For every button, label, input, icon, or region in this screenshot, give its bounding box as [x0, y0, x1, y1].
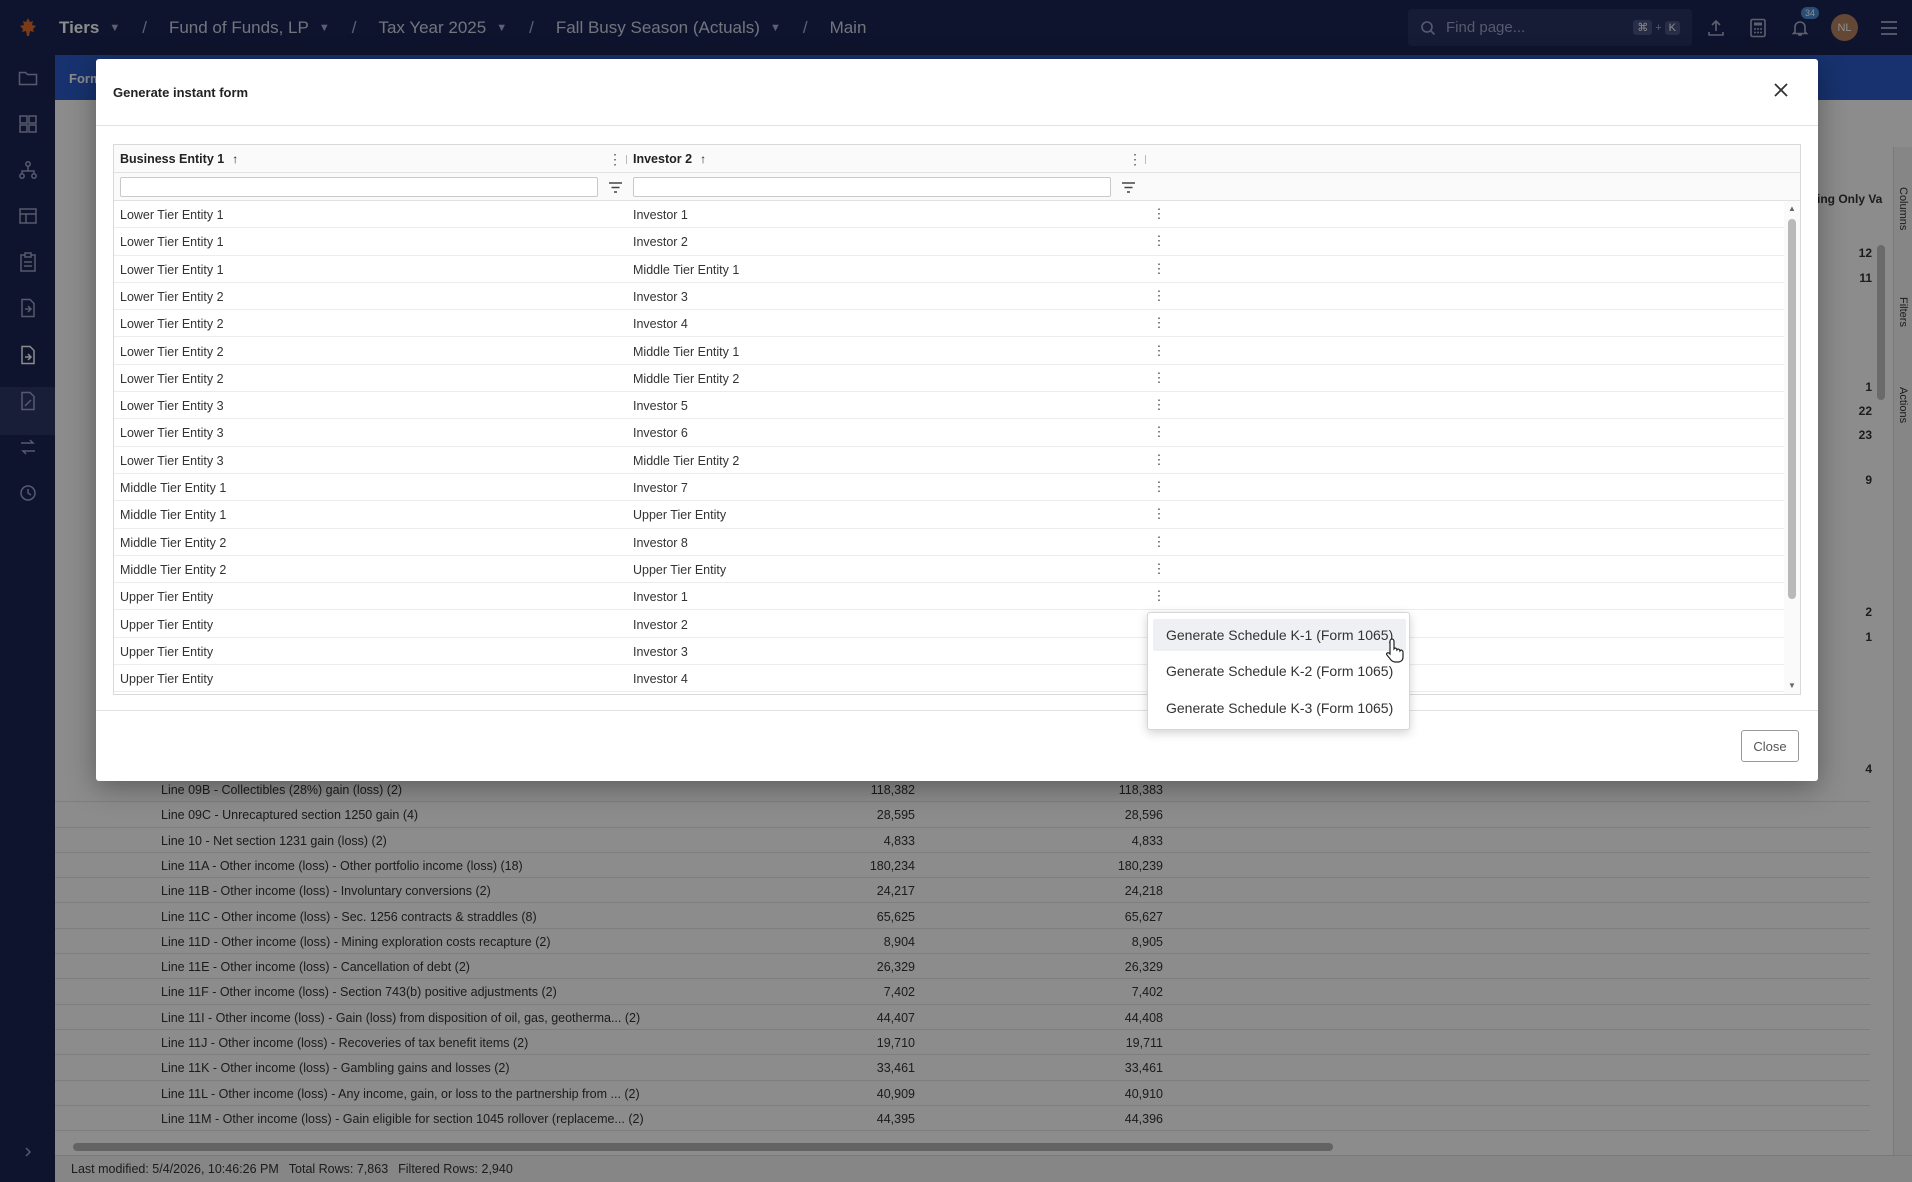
row-menu-icon[interactable]: ⋮ — [1152, 589, 1166, 603]
row-menu-icon[interactable]: ⋮ — [1152, 561, 1166, 576]
column-resize-handle[interactable] — [626, 155, 627, 164]
column-header-investor[interactable]: Investor 2 ↑ — [633, 145, 706, 173]
business-entity-cell: Upper Tier Entity — [120, 644, 214, 659]
row-menu-icon[interactable]: ⋮ — [1152, 343, 1166, 358]
generate-k2-option[interactable]: Generate Schedule K-2 (Form 1065) — [1153, 655, 1406, 687]
grid-header-row: Business Entity 1 ↑ ⋮ Investor 2 ↑ ⋮ — [114, 145, 1800, 173]
row-menu-icon[interactable]: ⋮ — [1152, 261, 1166, 276]
investor-cell: Investor 3 — [633, 289, 688, 304]
row-menu-icon[interactable]: ⋮ — [1152, 452, 1166, 467]
row-menu-icon[interactable]: ⋮ — [1152, 316, 1166, 330]
table-row[interactable]: Lower Tier Entity 3 Middle Tier Entity 2 ⋮ — [114, 446, 1784, 474]
business-entity-cell: Lower Tier Entity 2 — [120, 289, 224, 304]
investor-cell: Upper Tier Entity — [633, 508, 727, 523]
entity-investor-grid: Business Entity 1 ↑ ⋮ Investor 2 ↑ ⋮ Low… — [113, 144, 1801, 695]
table-row[interactable]: Upper Tier EntityInvestor 4⋮ — [114, 665, 1784, 693]
scrollbar-thumb[interactable] — [1788, 219, 1796, 599]
table-row[interactable]: Lower Tier Entity 2 Middle Tier Entity 2 ⋮ — [114, 364, 1784, 393]
business-entity-cell: Middle Tier Entity 2 — [120, 535, 227, 550]
table-row[interactable]: Lower Tier Entity 2 Middle Tier Entity 1 ⋮ — [114, 337, 1784, 365]
investor-cell: Investor 2 — [633, 235, 688, 250]
column-header-business-entity[interactable]: Business Entity 1 ↑ — [120, 145, 238, 173]
table-row[interactable]: Lower Tier Entity 1 Investor 2 ⋮ — [114, 228, 1784, 256]
investor-cell: Investor 1 — [633, 590, 688, 605]
table-row[interactable]: Upper Tier EntityInvestor 2⋮ — [114, 610, 1784, 638]
dialog-title: Generate instant form — [113, 85, 249, 100]
business-entity-cell: Lower Tier Entity 1 — [120, 262, 224, 277]
scroll-up-icon[interactable]: ▲ — [1787, 204, 1797, 214]
generate-k3-option[interactable]: Generate Schedule K-3 (Form 1065) — [1153, 692, 1406, 724]
investor-cell: Investor 5 — [633, 399, 688, 414]
table-row[interactable]: Lower Tier Entity 1 Investor 1 ⋮ — [114, 201, 1784, 229]
business-entity-cell: Lower Tier Entity 3 — [120, 426, 224, 441]
investor-cell: Upper Tier Entity — [633, 562, 727, 577]
investor-cell: Investor 4 — [633, 672, 688, 687]
row-menu-icon[interactable]: ⋮ — [1152, 370, 1166, 385]
business-entity-cell: Middle Tier Entity 2 — [120, 562, 227, 577]
table-row[interactable]: Middle Tier Entity 2 Upper Tier Entity ⋮ — [114, 555, 1784, 584]
close-icon[interactable] — [1770, 79, 1792, 101]
investor-cell: Investor 3 — [633, 644, 688, 659]
column-menu-icon[interactable]: ⋮ — [608, 152, 622, 166]
row-menu-icon[interactable]: ⋮ — [1152, 507, 1166, 521]
business-entity-cell: Upper Tier Entity — [120, 672, 214, 687]
column-menu-icon[interactable]: ⋮ — [1128, 152, 1142, 166]
table-row[interactable]: Middle Tier Entity 2 Investor 8 ⋮ — [114, 528, 1784, 556]
investor-filter-input[interactable] — [633, 177, 1111, 197]
table-row[interactable]: Upper Tier EntityInvestor 3⋮ — [114, 637, 1784, 666]
row-menu-icon[interactable]: ⋮ — [1152, 288, 1166, 303]
business-entity-cell: Lower Tier Entity 3 — [120, 399, 224, 414]
business-entity-cell: Lower Tier Entity 1 — [120, 235, 224, 250]
investor-cell: Middle Tier Entity 1 — [633, 344, 740, 359]
investor-cell: Investor 7 — [633, 481, 688, 495]
sort-ascending-icon: ↑ — [700, 152, 707, 166]
business-entity-cell: Lower Tier Entity 2 — [120, 317, 224, 332]
table-row[interactable]: Lower Tier Entity 3 Investor 6 ⋮ — [114, 419, 1784, 447]
filter-icon[interactable] — [607, 179, 623, 195]
investor-cell: Middle Tier Entity 1 — [633, 262, 740, 277]
investor-cell: Investor 8 — [633, 535, 688, 550]
business-entity-cell: Lower Tier Entity 1 — [120, 208, 224, 222]
row-actions-dropdown: Generate Schedule K-1 (Form 1065) Genera… — [1147, 612, 1410, 730]
row-menu-icon[interactable]: ⋮ — [1152, 234, 1166, 248]
investor-cell: Investor 4 — [633, 317, 688, 332]
business-entity-cell: Upper Tier Entity — [120, 590, 214, 605]
table-row[interactable]: Lower Tier Entity 1 Middle Tier Entity 1 ⋮ — [114, 255, 1784, 283]
row-menu-icon[interactable]: ⋮ — [1152, 534, 1166, 549]
investor-cell: Investor 6 — [633, 426, 688, 441]
row-menu-icon[interactable]: ⋮ — [1152, 398, 1166, 412]
grid-body: Lower Tier Entity 1 Investor 1 ⋮ Lower Tier… — [114, 201, 1784, 694]
generate-k1-option[interactable]: Generate Schedule K-1 (Form 1065) — [1153, 619, 1406, 651]
table-row[interactable]: Middle Tier Entity 1 Investor 7 ⋮ — [114, 474, 1784, 502]
grid-vertical-scrollbar[interactable]: ▲ ▼ — [1784, 201, 1800, 694]
business-entity-cell: Middle Tier Entity 1 — [120, 481, 227, 495]
row-menu-icon[interactable]: ⋮ — [1152, 425, 1166, 439]
close-button[interactable]: Close — [1741, 730, 1799, 762]
table-row[interactable]: Lower Tier Entity 2 Investor 4 ⋮ — [114, 310, 1784, 338]
business-entity-cell: Lower Tier Entity 3 — [120, 453, 224, 468]
mouse-pointer-icon — [1386, 638, 1404, 663]
row-menu-icon[interactable]: ⋮ — [1152, 480, 1166, 494]
table-row[interactable]: Lower Tier Entity 2 Investor 3 ⋮ — [114, 282, 1784, 311]
generate-instant-form-dialog: Generate instant form Business Entity 1 … — [96, 59, 1818, 781]
business-entity-cell: Lower Tier Entity 2 — [120, 371, 224, 386]
business-entity-cell: Lower Tier Entity 2 — [120, 344, 224, 359]
business-entity-cell: Middle Tier Entity 1 — [120, 508, 227, 523]
business-entity-filter-input[interactable] — [120, 177, 598, 197]
investor-cell: Investor 2 — [633, 617, 688, 632]
filter-icon[interactable] — [1120, 179, 1136, 195]
sort-ascending-icon: ↑ — [232, 152, 239, 166]
grid-filter-row — [114, 173, 1800, 201]
table-row[interactable]: Lower Tier Entity 3 Investor 5 ⋮ — [114, 392, 1784, 420]
table-row[interactable]: Upper Tier Entity Investor 1 ⋮ — [114, 583, 1784, 611]
scroll-down-icon[interactable]: ▼ — [1787, 681, 1797, 691]
investor-cell: Middle Tier Entity 2 — [633, 453, 740, 468]
investor-cell: Middle Tier Entity 2 — [633, 371, 740, 386]
column-resize-handle[interactable] — [1145, 155, 1146, 164]
investor-cell: Investor 1 — [633, 208, 688, 222]
table-row[interactable]: Middle Tier Entity 1 Upper Tier Entity ⋮ — [114, 501, 1784, 529]
business-entity-cell: Upper Tier Entity — [120, 617, 214, 632]
row-menu-icon[interactable]: ⋮ — [1152, 207, 1166, 221]
